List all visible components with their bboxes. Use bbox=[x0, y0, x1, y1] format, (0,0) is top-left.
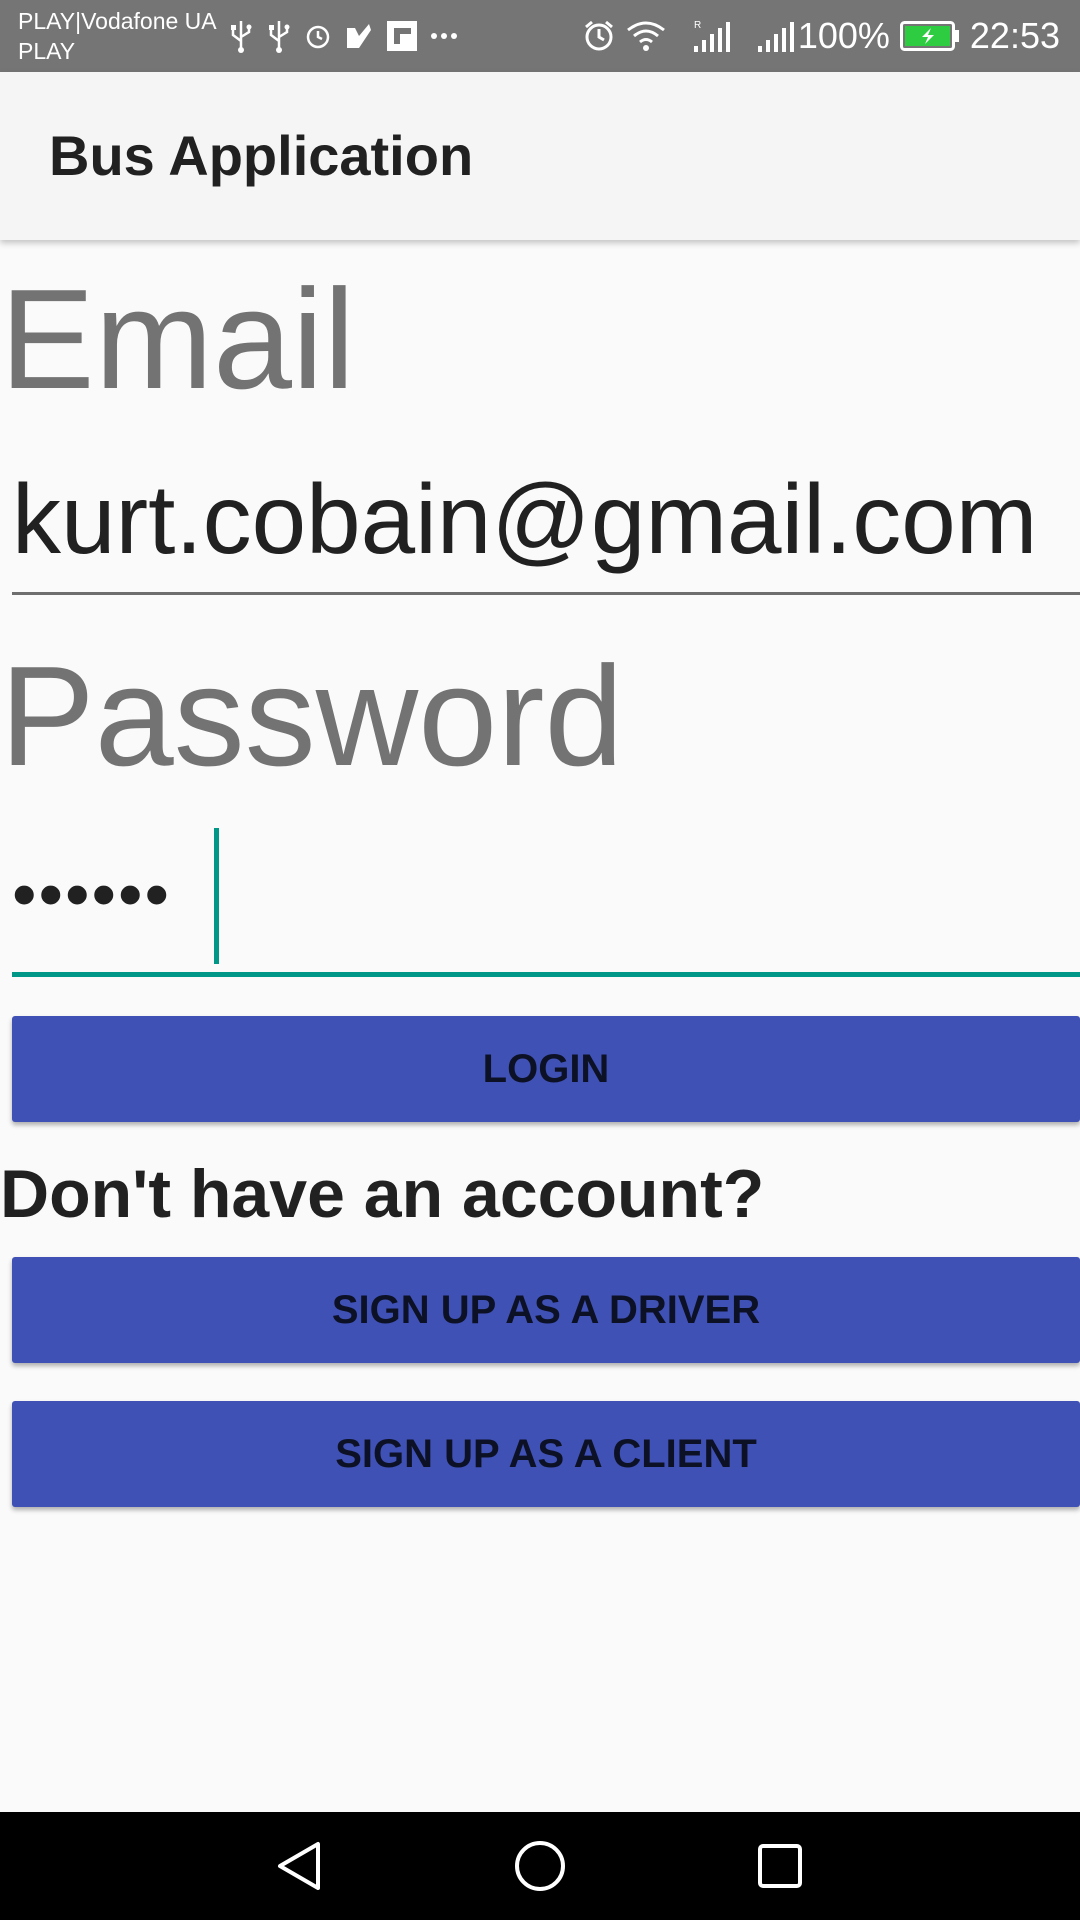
check-icon bbox=[344, 22, 374, 50]
svg-text:R: R bbox=[694, 20, 701, 31]
carrier-name: PLAY|Vodafone UA bbox=[18, 8, 217, 34]
email-value: kurt.cobain@gmail.com bbox=[12, 464, 1038, 574]
password-value: •••••• bbox=[12, 855, 172, 933]
signup-driver-button[interactable]: SIGN UP AS A DRIVER bbox=[12, 1257, 1080, 1363]
system-icons: R 100% 22:53 bbox=[582, 14, 1080, 58]
app-title: Bus Application bbox=[49, 124, 474, 187]
password-field[interactable]: •••••• bbox=[12, 826, 1080, 977]
carrier-secondary: PLAY bbox=[18, 38, 76, 64]
battery-percentage: 100% bbox=[797, 15, 890, 56]
usb-icon bbox=[228, 19, 254, 53]
signup-client-button[interactable]: SIGN UP AS A CLIENT bbox=[12, 1401, 1080, 1507]
signal-icon bbox=[756, 18, 794, 54]
password-label: Password bbox=[0, 637, 624, 796]
more-icon bbox=[430, 31, 458, 41]
wifi-icon bbox=[626, 20, 666, 52]
email-field[interactable]: kurt.cobain@gmail.com bbox=[12, 460, 1080, 595]
recents-icon[interactable] bbox=[750, 1836, 810, 1896]
login-button[interactable]: LOGIN bbox=[12, 1016, 1080, 1122]
back-icon[interactable] bbox=[270, 1836, 330, 1896]
usb-icon bbox=[266, 19, 292, 53]
notification-icons bbox=[228, 18, 458, 54]
alarm-icon bbox=[304, 22, 332, 50]
navigation-bar bbox=[0, 1812, 1080, 1920]
alarm-icon bbox=[582, 19, 616, 53]
app-bar: Bus Application bbox=[0, 72, 1080, 240]
signal-roaming-icon: R bbox=[692, 18, 730, 54]
text-cursor bbox=[214, 828, 219, 964]
home-icon[interactable] bbox=[510, 1836, 570, 1896]
email-label: Email bbox=[0, 260, 356, 419]
no-account-text: Don't have an account? bbox=[0, 1156, 765, 1232]
status-bar: PLAY|Vodafone UA PLAY R 100% 22:53 bbox=[0, 0, 1080, 72]
flipboard-icon bbox=[386, 20, 418, 52]
carrier-info: PLAY|Vodafone UA PLAY bbox=[18, 6, 217, 66]
battery-charging-icon bbox=[899, 21, 960, 51]
clock: 22:53 bbox=[969, 15, 1060, 56]
